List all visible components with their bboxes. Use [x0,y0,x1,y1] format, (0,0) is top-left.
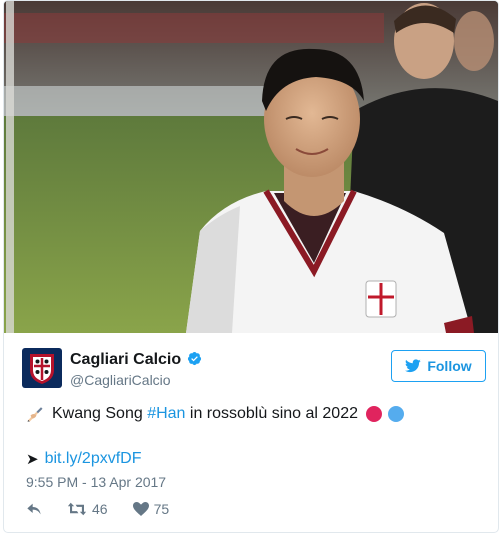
follow-label: Follow [427,358,472,374]
red-circle-icon [366,406,382,422]
tweet-text: Kwang Song #Han in rossoblù sino al 2022 [26,405,404,423]
avatar[interactable] [22,348,62,388]
heart-icon [132,502,149,516]
reply-icon [27,503,41,515]
tweet-actions: 46 75 [26,501,194,517]
tweet-text-part-1: Kwang Song [52,405,148,422]
right-arrowhead-icon: ➤ [26,451,39,468]
player-photo-illustration [4,1,498,333]
link-line: ➤ bit.ly/2pxvfDF [26,450,142,468]
writing-hand-icon [27,407,43,422]
like-action[interactable]: 75 [132,501,170,517]
tweet-photo[interactable] [4,1,498,333]
twitter-bird-icon [405,359,422,373]
retweet-count: 46 [92,501,108,517]
verified-badge-icon [187,351,202,366]
cagliari-crest-logo [22,348,62,388]
tweet-link[interactable]: bit.ly/2pxvfDF [45,450,142,468]
tweet-card: Cagliari Calcio @CagliariCalcio Follow K… [3,0,499,533]
author-name[interactable]: Cagliari Calcio [70,351,181,369]
retweet-action[interactable]: 46 [67,501,108,517]
tweet-timestamp[interactable]: 9:55 PM - 13 Apr 2017 [26,474,166,490]
retweet-icon [67,502,87,516]
tweet-text-part-2: in rossoblù sino al 2022 [185,405,358,422]
hashtag-link[interactable]: #Han [147,405,185,423]
reply-action[interactable] [26,502,42,516]
like-count: 75 [153,501,170,517]
follow-button[interactable]: Follow [391,350,486,382]
author-handle[interactable]: @CagliariCalcio [70,372,171,388]
blue-circle-icon [388,406,404,422]
